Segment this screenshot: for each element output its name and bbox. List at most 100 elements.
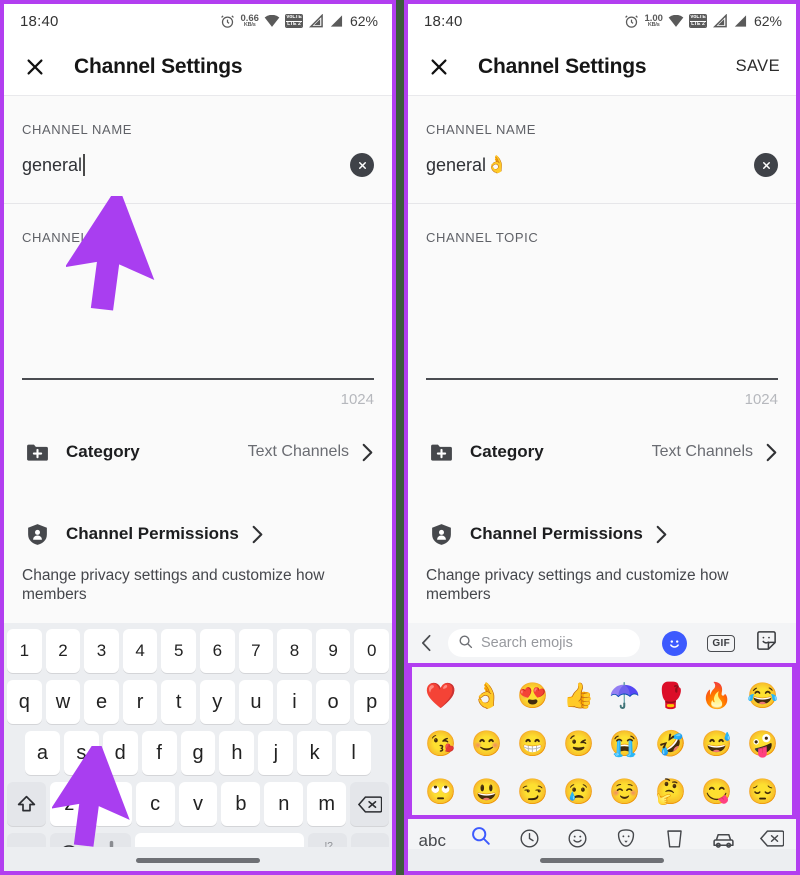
- emoji-picker[interactable]: Search emojis GIF ❤️ 👌 😍 👍 ☂️ 🥊 🔥 😂 😘 😊 …: [408, 623, 796, 871]
- close-icon[interactable]: [20, 52, 50, 82]
- key-l[interactable]: l: [336, 731, 372, 775]
- category-row[interactable]: Category Text Channels: [4, 420, 392, 484]
- emoji-cell[interactable]: 😍: [510, 672, 556, 720]
- channel-name-label: CHANNEL NAME: [22, 122, 133, 137]
- channel-topic-label: CHANNEL TOPIC: [426, 230, 539, 245]
- key-7[interactable]: 7: [238, 629, 274, 673]
- key-u[interactable]: u: [238, 680, 274, 724]
- shield-person-icon: [426, 519, 456, 549]
- chevron-left-icon[interactable]: [420, 634, 438, 652]
- emoji-cell[interactable]: 🤔: [648, 768, 694, 816]
- emoji-cell[interactable]: 😁: [510, 720, 556, 768]
- key-r[interactable]: r: [122, 680, 158, 724]
- key-1[interactable]: 1: [7, 629, 42, 673]
- key-5[interactable]: 5: [161, 629, 196, 673]
- key-n[interactable]: n: [264, 782, 304, 826]
- key-e[interactable]: e: [84, 680, 119, 724]
- search-input[interactable]: Search emojis: [448, 629, 640, 657]
- signal-bars-sim2-icon: [328, 14, 343, 28]
- emoji-cell[interactable]: 🥊: [648, 672, 694, 720]
- key-6[interactable]: 6: [200, 629, 235, 673]
- emoji-cell[interactable]: 😭: [602, 720, 648, 768]
- emoji-cell[interactable]: 😋: [694, 768, 740, 816]
- key-q[interactable]: q: [7, 680, 42, 724]
- emoji-cell[interactable]: 👌: [464, 672, 510, 720]
- page-title: Channel Settings: [74, 54, 243, 78]
- key-j[interactable]: j: [258, 731, 294, 775]
- emoji-cell[interactable]: 😏: [510, 768, 556, 816]
- key-d[interactable]: d: [102, 731, 138, 775]
- channel-topic-field[interactable]: 1024: [4, 245, 392, 420]
- channel-name-value: general: [22, 154, 83, 175]
- key-c[interactable]: c: [135, 782, 175, 826]
- channel-name-field[interactable]: general 👌: [408, 137, 796, 203]
- emoji-cell[interactable]: 🤪: [740, 720, 786, 768]
- key-t[interactable]: t: [161, 680, 196, 724]
- key-i[interactable]: i: [277, 680, 312, 724]
- home-indicator[interactable]: [540, 858, 664, 863]
- app-bar-right: Channel Settings SAVE: [408, 38, 796, 96]
- backspace-icon[interactable]: [350, 782, 390, 826]
- clear-icon[interactable]: [754, 153, 778, 177]
- shift-icon[interactable]: [7, 782, 46, 826]
- category-row[interactable]: Category Text Channels: [408, 420, 796, 484]
- key-3[interactable]: 3: [84, 629, 119, 673]
- emoji-cell[interactable]: 😅: [694, 720, 740, 768]
- emoji-cell[interactable]: 😘: [418, 720, 464, 768]
- emoji-cell[interactable]: 😂: [740, 672, 786, 720]
- emoji-smiley-filled-icon[interactable]: [662, 630, 688, 656]
- key-z[interactable]: z: [49, 782, 89, 826]
- keyboard-row-q: q w e r t y u i o p: [7, 680, 389, 724]
- channel-topic-field[interactable]: 1024: [408, 245, 796, 420]
- key-p[interactable]: p: [354, 680, 389, 724]
- close-icon[interactable]: [424, 52, 454, 82]
- emoji-cell[interactable]: 😔: [740, 768, 786, 816]
- key-m[interactable]: m: [307, 782, 347, 826]
- emoji-cell[interactable]: 🙄: [418, 768, 464, 816]
- emoji-cell[interactable]: 👍: [556, 672, 602, 720]
- key-s[interactable]: s: [63, 731, 99, 775]
- key-0[interactable]: 0: [354, 629, 389, 673]
- emoji-cell[interactable]: ☺️: [602, 768, 648, 816]
- key-w[interactable]: w: [45, 680, 81, 724]
- software-keyboard[interactable]: 1 2 3 4 5 6 7 8 9 0 q w e r t y u i o p …: [4, 623, 392, 871]
- key-b[interactable]: b: [221, 782, 261, 826]
- emoji-row: 😘 😊 😁 😉 😭 🤣 😅 🤪: [418, 720, 786, 768]
- key-8[interactable]: 8: [277, 629, 312, 673]
- emoji-cell[interactable]: 😊: [464, 720, 510, 768]
- save-button[interactable]: SAVE: [736, 57, 780, 76]
- key-y[interactable]: y: [200, 680, 235, 724]
- wifi-icon: [264, 14, 280, 28]
- channel-permissions-row[interactable]: Channel Permissions: [4, 502, 392, 566]
- sticker-icon[interactable]: [755, 629, 778, 657]
- channel-name-label: CHANNEL NAME: [426, 122, 537, 137]
- emoji-cell[interactable]: 😉: [556, 720, 602, 768]
- key-h[interactable]: h: [219, 731, 255, 775]
- emoji-cell[interactable]: 😢: [556, 768, 602, 816]
- emoji-grid[interactable]: ❤️ 👌 😍 👍 ☂️ 🥊 🔥 😂 😘 😊 😁 😉 😭 🤣 😅 🤪 🙄 😃 😏 …: [412, 667, 792, 816]
- key-k[interactable]: k: [297, 731, 333, 775]
- key-g[interactable]: g: [180, 731, 216, 775]
- key-o[interactable]: o: [315, 680, 351, 724]
- channel-permissions-title: Channel Permissions: [470, 524, 643, 543]
- key-v[interactable]: v: [178, 782, 218, 826]
- key-f[interactable]: f: [141, 731, 177, 775]
- status-time: 18:40: [424, 12, 463, 30]
- gif-button[interactable]: GIF: [707, 634, 735, 652]
- clear-icon[interactable]: [350, 153, 374, 177]
- topic-char-counter: 1024: [744, 391, 778, 408]
- key-a[interactable]: a: [25, 731, 60, 775]
- emoji-cell[interactable]: ❤️: [418, 672, 464, 720]
- key-x[interactable]: x: [92, 782, 132, 826]
- channel-permissions-row[interactable]: Channel Permissions: [408, 502, 796, 566]
- emoji-cell[interactable]: 🤣: [648, 720, 694, 768]
- emoji-cell[interactable]: 🔥: [694, 672, 740, 720]
- emoji-cell[interactable]: 😃: [464, 768, 510, 816]
- emoji-cell[interactable]: ☂️: [602, 672, 648, 720]
- key-4[interactable]: 4: [122, 629, 158, 673]
- key-2[interactable]: 2: [45, 629, 81, 673]
- key-9[interactable]: 9: [315, 629, 351, 673]
- channel-name-field[interactable]: general: [4, 137, 392, 203]
- home-indicator[interactable]: [136, 858, 260, 863]
